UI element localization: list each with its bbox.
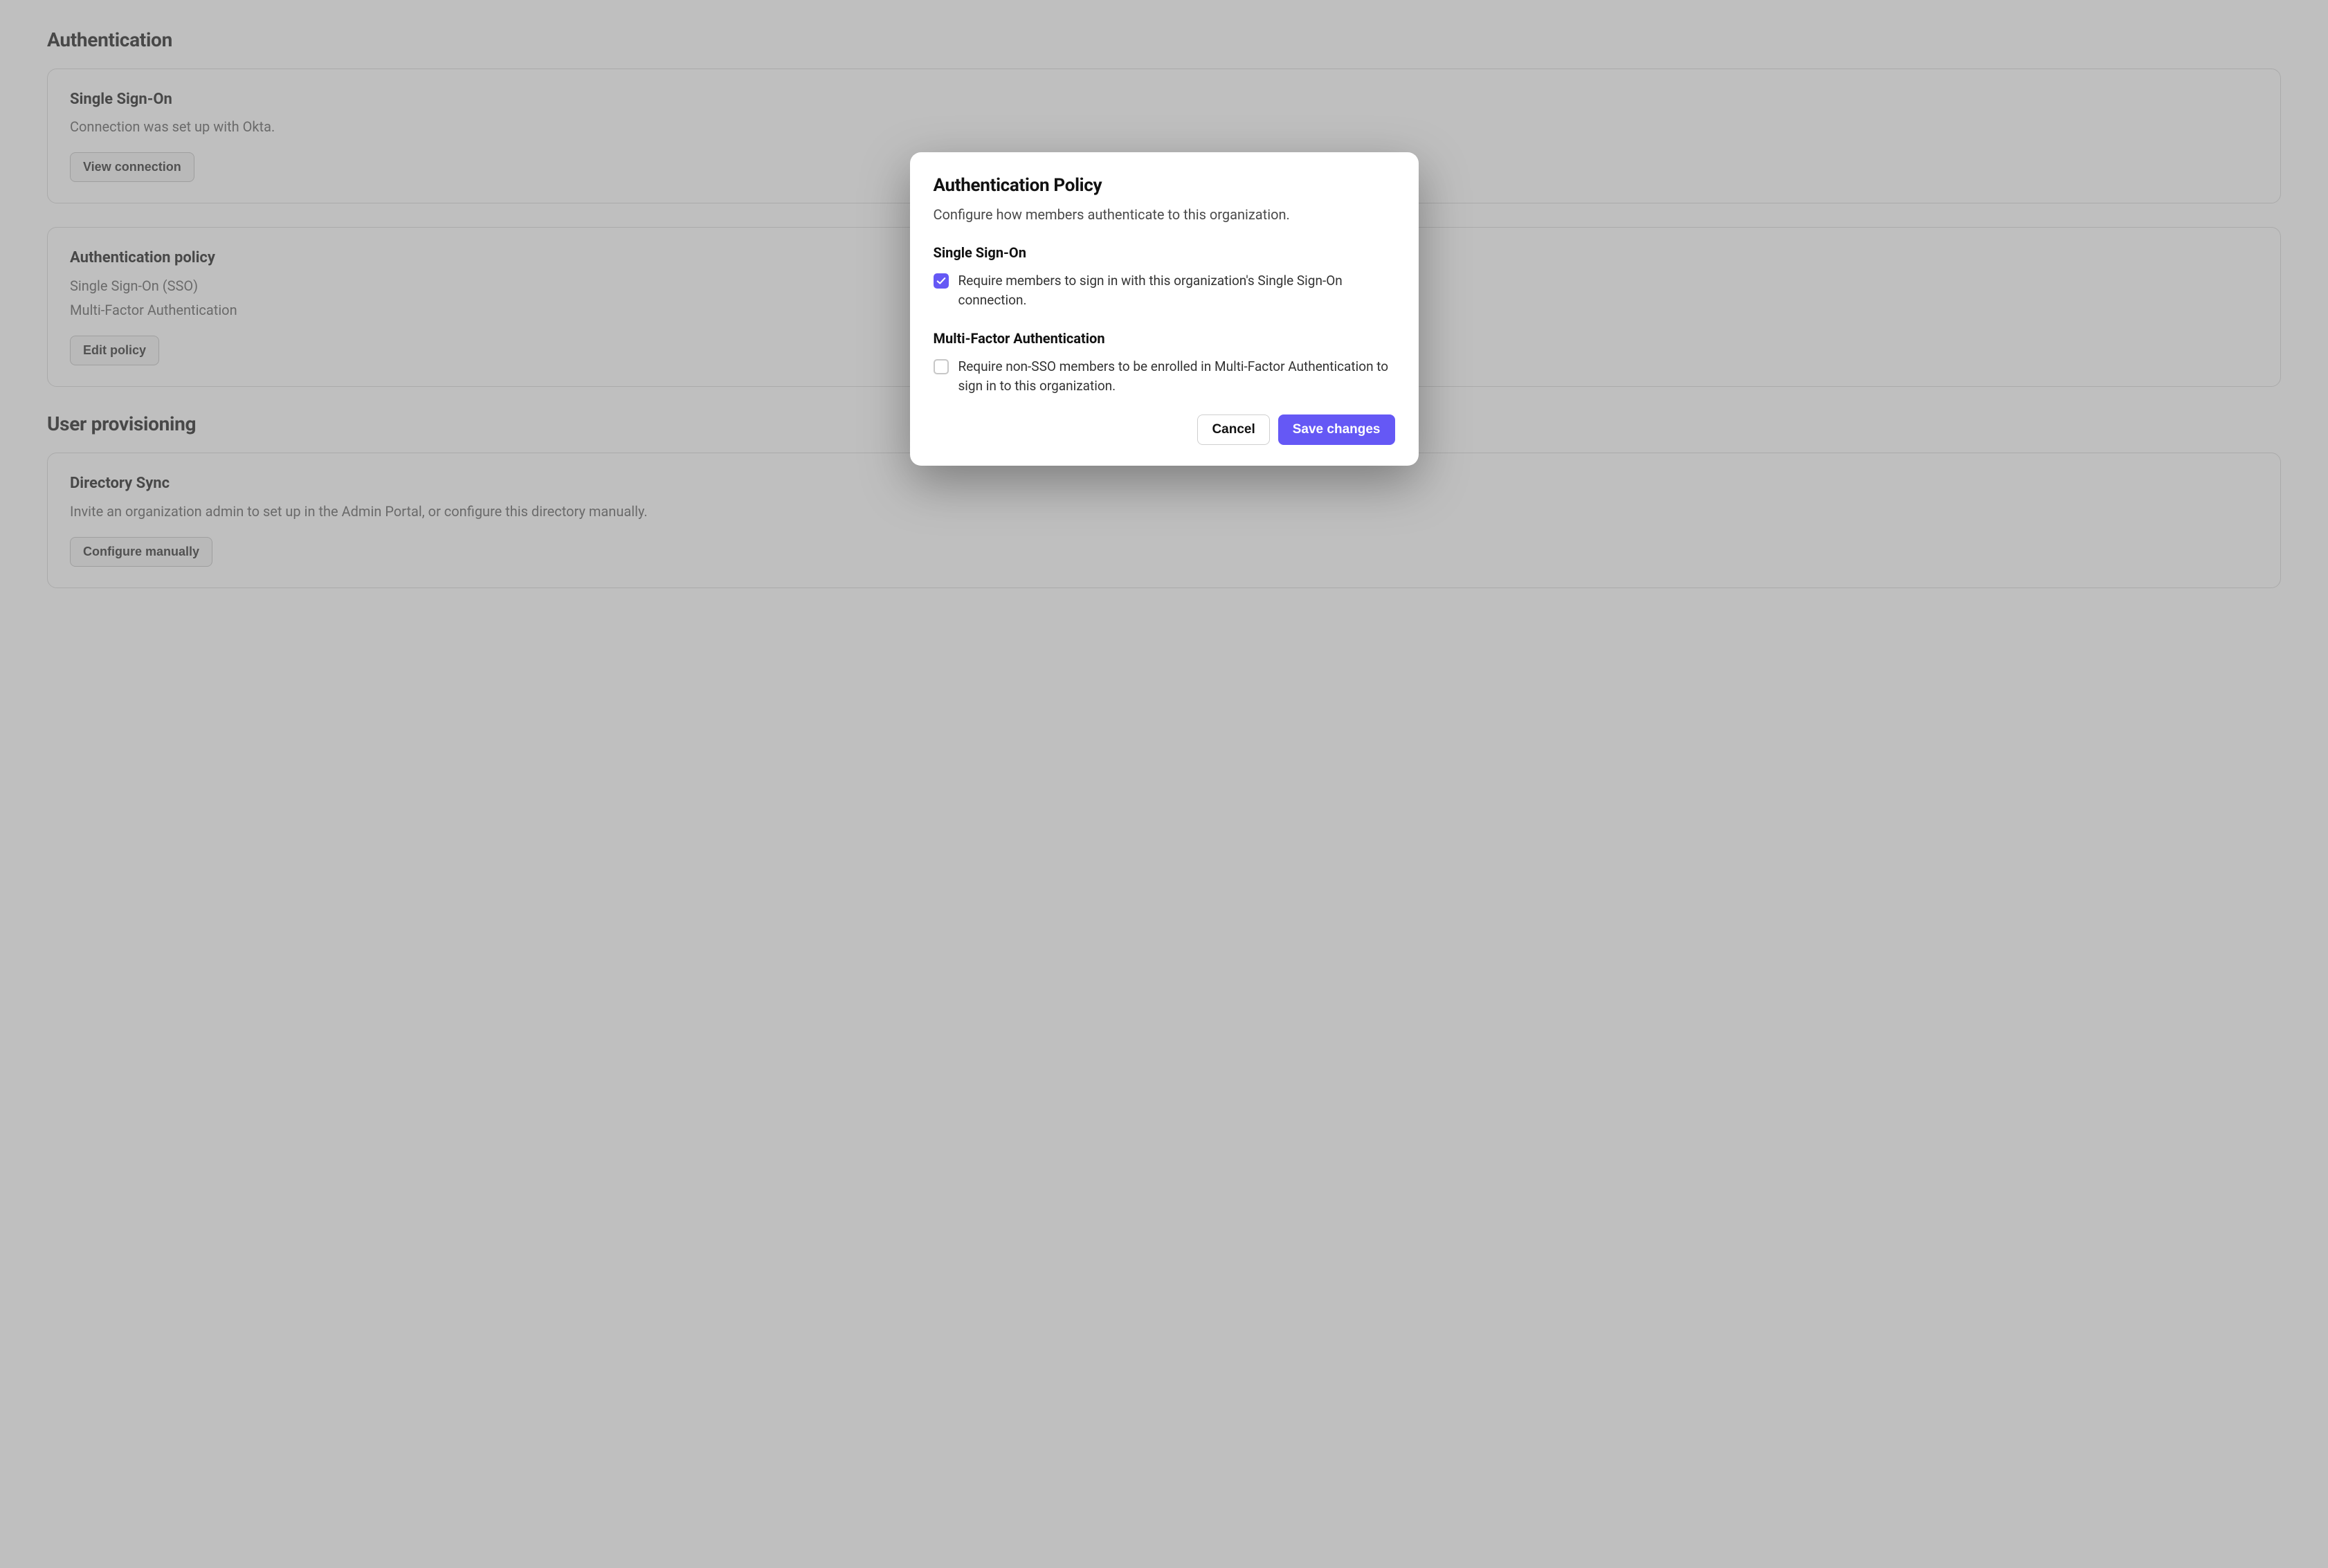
save-changes-button[interactable]: Save changes (1278, 414, 1395, 445)
modal-sso-heading: Single Sign-On (934, 243, 1395, 263)
modal-overlay[interactable]: Authentication Policy Configure how memb… (0, 0, 2328, 1568)
mfa-required-checkbox[interactable] (934, 359, 949, 374)
cancel-button[interactable]: Cancel (1197, 414, 1269, 445)
check-icon (936, 276, 946, 286)
sso-option-row: Require members to sign in with this org… (934, 271, 1395, 311)
sso-required-checkbox[interactable] (934, 273, 949, 289)
mfa-required-label: Require non-SSO members to be enrolled i… (958, 357, 1395, 396)
mfa-option-row: Require non-SSO members to be enrolled i… (934, 357, 1395, 396)
modal-title: Authentication Policy (934, 173, 1395, 199)
sso-required-label: Require members to sign in with this org… (958, 271, 1395, 311)
authentication-policy-modal: Authentication Policy Configure how memb… (910, 152, 1419, 466)
modal-actions: Cancel Save changes (934, 414, 1395, 445)
modal-subtitle: Configure how members authenticate to th… (934, 205, 1395, 225)
modal-mfa-heading: Multi-Factor Authentication (934, 329, 1395, 349)
